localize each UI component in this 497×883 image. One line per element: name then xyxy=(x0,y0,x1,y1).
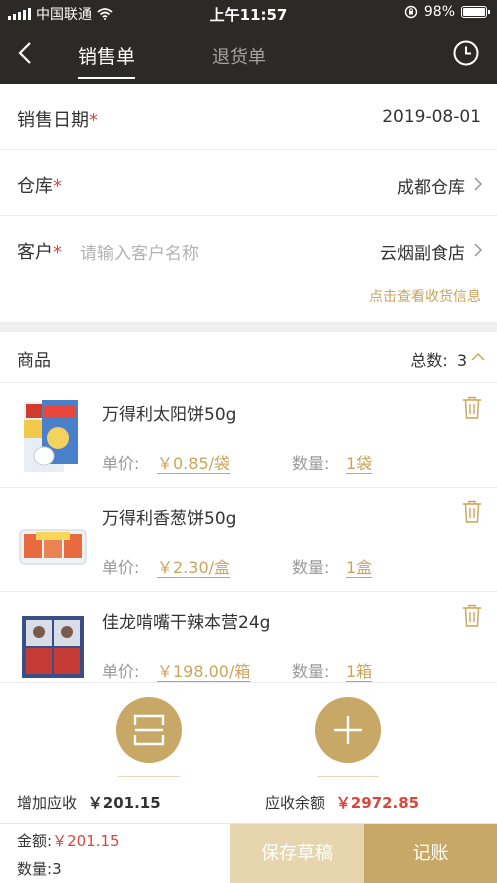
goods-item[interactable]: 万得利太阳饼50g 单价: ￥0.85/袋 数量: 1袋 xyxy=(0,384,497,488)
goods-item[interactable]: 佳龙啃嘴干辣本营24g 单价: ￥198.00/箱 数量: 1箱 xyxy=(0,592,497,682)
customer-value[interactable]: 云烟副食店 xyxy=(380,239,465,264)
item-quantity[interactable]: 1箱 xyxy=(346,658,372,682)
customer-row[interactable]: 客户* 请输入客户名称 云烟副食店 点击查看收货信息 xyxy=(0,216,497,322)
item-name: 万得利太阳饼50g xyxy=(102,405,237,425)
total-count: 数量:3 xyxy=(17,860,62,878)
product-thumbnail xyxy=(24,400,78,472)
scan-icon xyxy=(133,714,165,746)
nav-bar: 销售单 退货单 xyxy=(0,26,497,84)
warehouse-row[interactable]: 仓库* 成都仓库 xyxy=(0,150,497,216)
save-draft-button[interactable]: 保存草稿 xyxy=(230,824,364,883)
goods-title: 商品 xyxy=(17,351,51,371)
bottom-bar: 金额:￥201.15 数量:3 保存草稿 记账 xyxy=(0,823,497,883)
tab-sales-order[interactable]: 销售单 xyxy=(78,42,136,79)
goods-total: 总数: 3 xyxy=(410,351,467,370)
item-price[interactable]: ￥198.00/箱 xyxy=(157,658,250,682)
status-bar: 中国联通 上午11:57 98% xyxy=(0,0,497,26)
sale-date-label: 销售日期* xyxy=(17,110,98,131)
quantity-label: 数量: xyxy=(292,662,330,681)
chevron-right-icon xyxy=(474,243,483,257)
price-label: 单价: xyxy=(102,662,140,681)
view-receipt-info-link[interactable]: 点击查看收货信息 xyxy=(369,286,481,306)
item-name: 万得利香葱饼50g xyxy=(102,509,237,529)
total-amount: 金额:￥201.15 xyxy=(17,832,120,850)
scan-button[interactable] xyxy=(116,697,182,763)
quantity-label: 数量: xyxy=(292,558,330,577)
plus-icon xyxy=(334,716,362,744)
trash-icon[interactable] xyxy=(461,396,483,420)
customer-label: 客户* xyxy=(17,242,62,263)
receivable-increase: 增加应收 ￥201.15 xyxy=(17,794,161,812)
product-thumbnail xyxy=(19,529,87,565)
trash-icon[interactable] xyxy=(461,604,483,628)
tab-return-order[interactable]: 退货单 xyxy=(212,43,266,69)
clock-icon[interactable] xyxy=(452,39,480,67)
rotation-lock-icon xyxy=(404,5,418,19)
section-divider xyxy=(0,322,497,332)
add-underline xyxy=(317,776,379,777)
item-price[interactable]: ￥0.85/袋 xyxy=(157,450,230,474)
warehouse-label: 仓库* xyxy=(17,176,62,197)
sale-date-value[interactable]: 2019-08-01 xyxy=(382,107,481,127)
scan-underline xyxy=(118,776,180,777)
back-arrow-icon[interactable] xyxy=(14,38,42,68)
battery-percent: 98% xyxy=(423,4,455,20)
item-name: 佳龙啃嘴干辣本营24g xyxy=(102,613,271,633)
sale-date-row[interactable]: 销售日期* 2019-08-01 xyxy=(0,84,497,150)
add-goods-button[interactable] xyxy=(315,697,381,763)
quantity-label: 数量: xyxy=(292,454,330,473)
item-price[interactable]: ￥2.30/盒 xyxy=(157,554,230,578)
goods-item[interactable]: 万得利香葱饼50g 单价: ￥2.30/盒 数量: 1盒 xyxy=(0,488,497,592)
trash-icon[interactable] xyxy=(461,500,483,524)
divider xyxy=(0,682,497,683)
price-label: 单价: xyxy=(102,558,140,577)
warehouse-value[interactable]: 成都仓库 xyxy=(397,173,465,198)
battery-icon xyxy=(461,6,490,18)
price-label: 单价: xyxy=(102,454,140,473)
receivable-balance: 应收余额 ￥2972.85 xyxy=(265,794,420,812)
post-button[interactable]: 记账 xyxy=(364,824,497,883)
goods-header[interactable]: 商品 总数: 3 xyxy=(0,332,497,383)
customer-input[interactable]: 请输入客户名称 xyxy=(80,239,199,264)
chevron-right-icon xyxy=(474,177,483,191)
item-quantity[interactable]: 1袋 xyxy=(346,450,372,474)
product-thumbnail xyxy=(22,616,84,678)
item-quantity[interactable]: 1盒 xyxy=(346,554,372,578)
chevron-up-icon[interactable] xyxy=(471,352,485,362)
